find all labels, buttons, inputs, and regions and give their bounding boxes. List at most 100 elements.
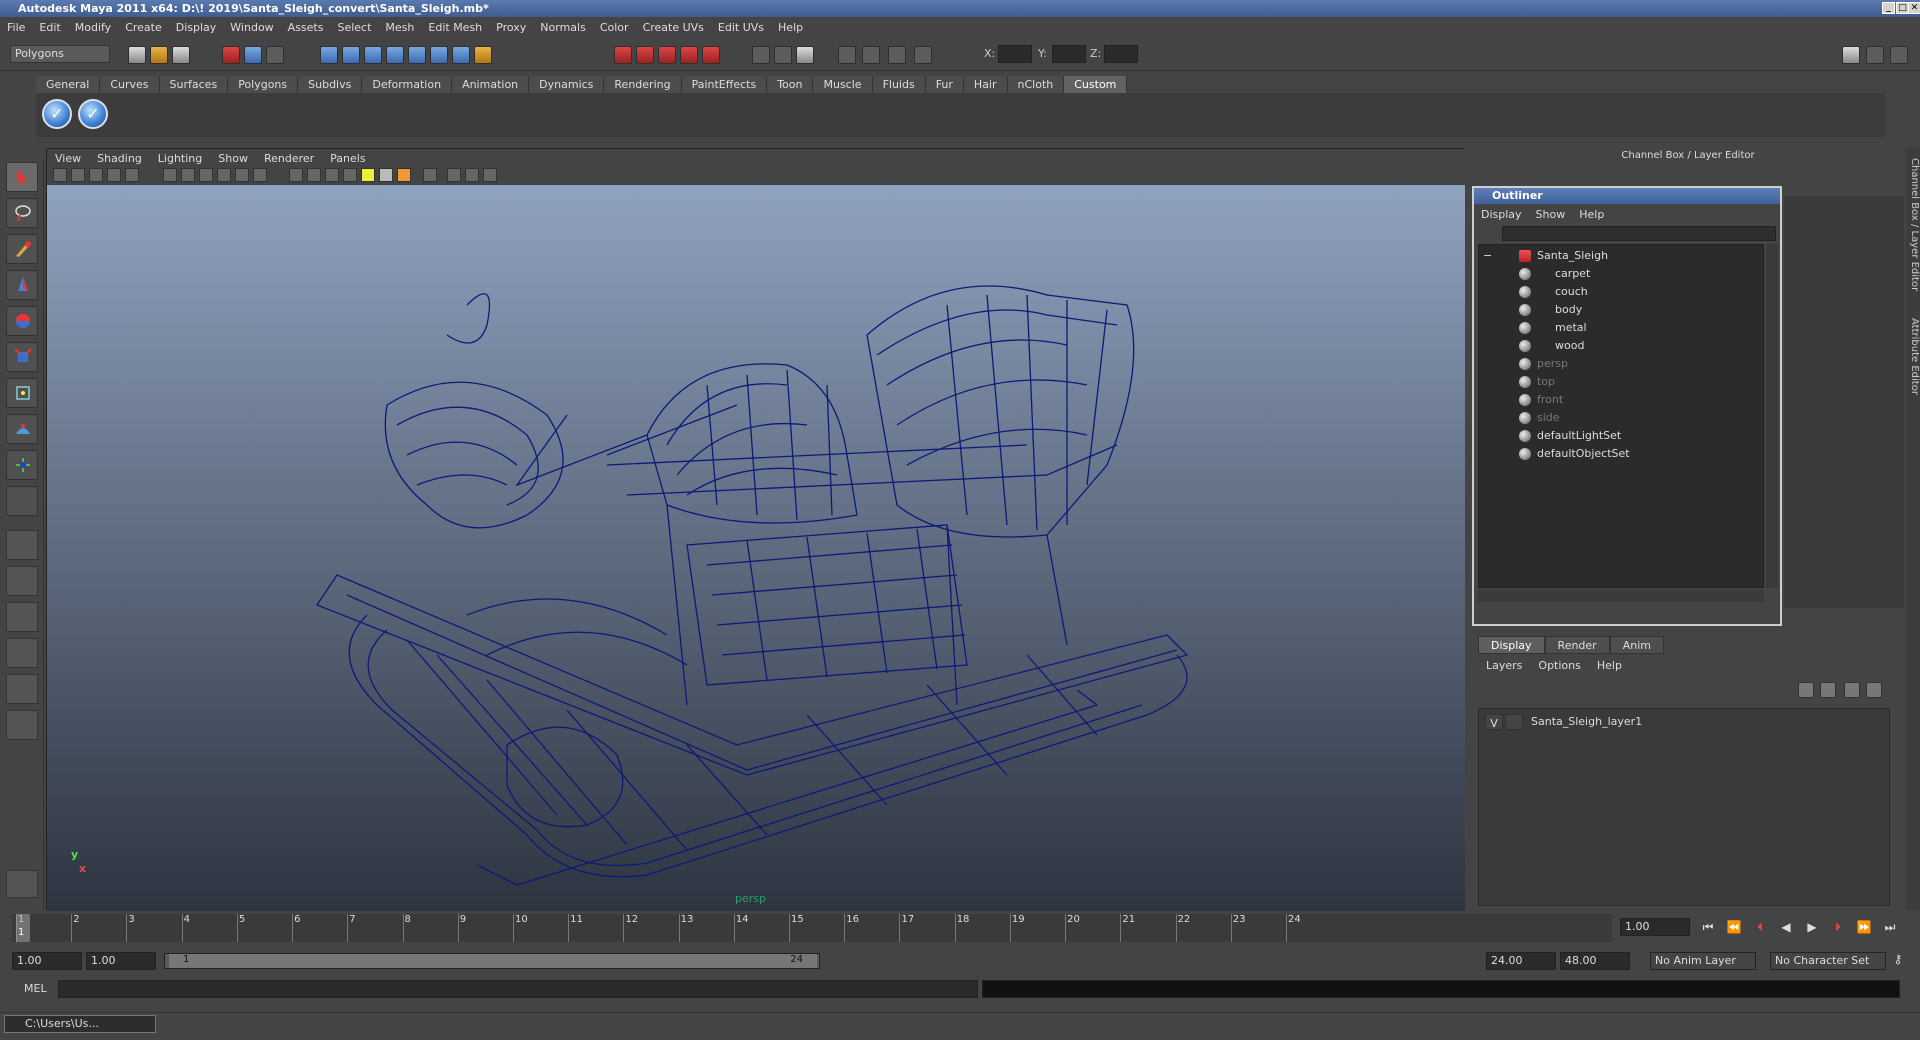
shelf-tab-dynamics[interactable]: Dynamics	[529, 76, 605, 93]
collapse-toggle[interactable]: −	[1483, 247, 1492, 265]
render-view-icon[interactable]	[702, 46, 720, 64]
safe-title-icon[interactable]	[253, 168, 267, 182]
four-view-layout-icon[interactable]	[6, 566, 38, 596]
layer-tab-display[interactable]: Display	[1478, 636, 1545, 654]
snap-curve-icon[interactable]	[342, 46, 360, 64]
persp-graph-hypergraph-layout-icon[interactable]	[6, 710, 38, 740]
select-component-icon[interactable]	[266, 46, 284, 64]
default-lighting-icon[interactable]	[361, 168, 375, 182]
outliner-item-top[interactable]: top	[1519, 373, 1555, 391]
shelf-tab-ncloth[interactable]: nCloth	[1007, 76, 1065, 93]
menu-display[interactable]: Display	[169, 21, 224, 34]
y-field[interactable]	[1052, 45, 1086, 63]
outliner-item-default-light-set[interactable]: defaultLightSet	[1519, 427, 1621, 445]
outliner-item-persp[interactable]: persp	[1519, 355, 1568, 373]
snap-grid-icon[interactable]	[320, 46, 338, 64]
playback-start-field[interactable]: 1.00	[86, 952, 156, 970]
menu-edit[interactable]: Edit	[32, 21, 67, 34]
side-tab-channel-box[interactable]: Channel Box / Layer Editor	[1906, 158, 1920, 291]
viewport-menu-panels[interactable]: Panels	[322, 152, 373, 165]
layer-menu-help[interactable]: Help	[1589, 659, 1630, 672]
step-forward-key-icon[interactable]: ⏵	[1830, 920, 1846, 934]
shadows-icon[interactable]	[397, 168, 411, 182]
auto-key-icon[interactable]: ⚷	[1890, 952, 1906, 966]
xform-2-icon[interactable]	[862, 46, 880, 64]
close-button[interactable]: ✕	[1908, 2, 1920, 14]
input-line-icon[interactable]	[752, 46, 770, 64]
side-tab-attribute-editor[interactable]: Attribute Editor	[1906, 318, 1920, 395]
layer-display-type-toggle[interactable]	[1505, 714, 1523, 730]
open-scene-icon[interactable]	[150, 46, 168, 64]
shelf-tab-fluids[interactable]: Fluids	[872, 76, 926, 93]
minimize-button[interactable]: _	[1882, 2, 1895, 14]
outliner-item-default-object-set[interactable]: defaultObjectSet	[1519, 445, 1630, 463]
layer-menu-layers[interactable]: Layers	[1478, 659, 1530, 672]
menu-window[interactable]: Window	[223, 21, 280, 34]
animation-start-field[interactable]: 1.00	[12, 952, 82, 970]
play-backwards-icon[interactable]: ◀	[1778, 920, 1794, 934]
character-set-select[interactable]: No Character Set	[1770, 952, 1886, 970]
bookmarks-icon[interactable]	[89, 168, 103, 182]
mel-input[interactable]	[58, 980, 978, 998]
render-settings-icon[interactable]	[658, 46, 676, 64]
move-layer-up-icon[interactable]	[1798, 682, 1814, 698]
new-empty-layer-icon[interactable]	[1844, 682, 1860, 698]
go-to-start-icon[interactable]: ⏮	[1700, 920, 1716, 934]
outliner-vertical-scrollbar[interactable]	[1766, 244, 1778, 588]
custom-shelf-button-1[interactable]: ✓	[42, 99, 72, 129]
outliner-title-bar[interactable]: Outliner	[1474, 188, 1780, 204]
lasso-tool[interactable]	[6, 198, 38, 228]
select-object-icon[interactable]	[244, 46, 262, 64]
channel-box-toggle-icon[interactable]	[1890, 46, 1908, 64]
viewport-menu-shading[interactable]: Shading	[89, 152, 150, 165]
menu-create-uvs[interactable]: Create UVs	[636, 21, 711, 34]
outliner-item-side[interactable]: side	[1519, 409, 1560, 427]
step-back-key-icon[interactable]: ⏴	[1752, 920, 1768, 934]
outliner-menu-help[interactable]: Help	[1572, 208, 1611, 221]
mel-label[interactable]: MEL	[24, 982, 47, 995]
go-to-end-icon[interactable]: ⏭	[1882, 920, 1898, 934]
film-gate-icon[interactable]	[163, 168, 177, 182]
xform-4-icon[interactable]	[914, 46, 932, 64]
outliner-tree[interactable]: − Santa_Sleigh carpet couch body metal w…	[1478, 244, 1764, 588]
play-forwards-icon[interactable]: ▶	[1804, 920, 1820, 934]
layer-menu-options[interactable]: Options	[1530, 659, 1588, 672]
layer-tab-render[interactable]: Render	[1544, 636, 1610, 654]
paint-select-tool[interactable]	[6, 234, 38, 264]
menu-normals[interactable]: Normals	[533, 21, 593, 34]
range-slider-handle[interactable]: 1 24	[169, 954, 817, 968]
shelf-tab-subdivs[interactable]: Subdivs	[298, 76, 363, 93]
viewport-menu-view[interactable]: View	[47, 152, 89, 165]
tool-settings-toggle-icon[interactable]	[1866, 46, 1884, 64]
shelf-tab-painteffects[interactable]: PaintEffects	[681, 76, 768, 93]
snap-plane-icon[interactable]	[386, 46, 404, 64]
menu-edit-mesh[interactable]: Edit Mesh	[421, 21, 489, 34]
shelf-tab-surfaces[interactable]: Surfaces	[159, 76, 229, 93]
resolution-gate-icon[interactable]	[181, 168, 195, 182]
wireframe-icon[interactable]	[289, 168, 303, 182]
persp-graph-layout-icon[interactable]	[6, 638, 38, 668]
outliner-item-body[interactable]: body	[1519, 301, 1582, 319]
shelf-tab-deformation[interactable]: Deformation	[362, 76, 453, 93]
lock-icon[interactable]	[474, 46, 492, 64]
shelf-tab-toon[interactable]: Toon	[767, 76, 814, 93]
viewport-menu-lighting[interactable]: Lighting	[150, 152, 210, 165]
outliner-item-wood[interactable]: wood	[1519, 337, 1584, 355]
input-line-2-icon[interactable]	[774, 46, 792, 64]
custom-shelf-button-2[interactable]: ✓	[78, 99, 108, 129]
shelf-tab-polygons[interactable]: Polygons	[228, 76, 299, 93]
x-field[interactable]	[998, 45, 1032, 63]
shelf-tab-animation[interactable]: Animation	[452, 76, 530, 93]
attribute-editor-toggle-icon[interactable]	[1842, 46, 1860, 64]
minimized-window-item[interactable]: C:\Users\Us...	[4, 1015, 156, 1033]
grid-icon[interactable]	[125, 168, 139, 182]
wireframe-on-shaded-icon[interactable]	[325, 168, 339, 182]
outliner-menu-display[interactable]: Display	[1474, 208, 1529, 221]
xray-icon[interactable]	[447, 168, 461, 182]
scale-tool[interactable]	[6, 342, 38, 372]
xray-joints-icon[interactable]	[465, 168, 479, 182]
sidebar-toggle-icon[interactable]	[796, 46, 814, 64]
history-icon[interactable]	[430, 46, 448, 64]
menu-mesh[interactable]: Mesh	[378, 21, 421, 34]
menu-edit-uvs[interactable]: Edit UVs	[711, 21, 771, 34]
